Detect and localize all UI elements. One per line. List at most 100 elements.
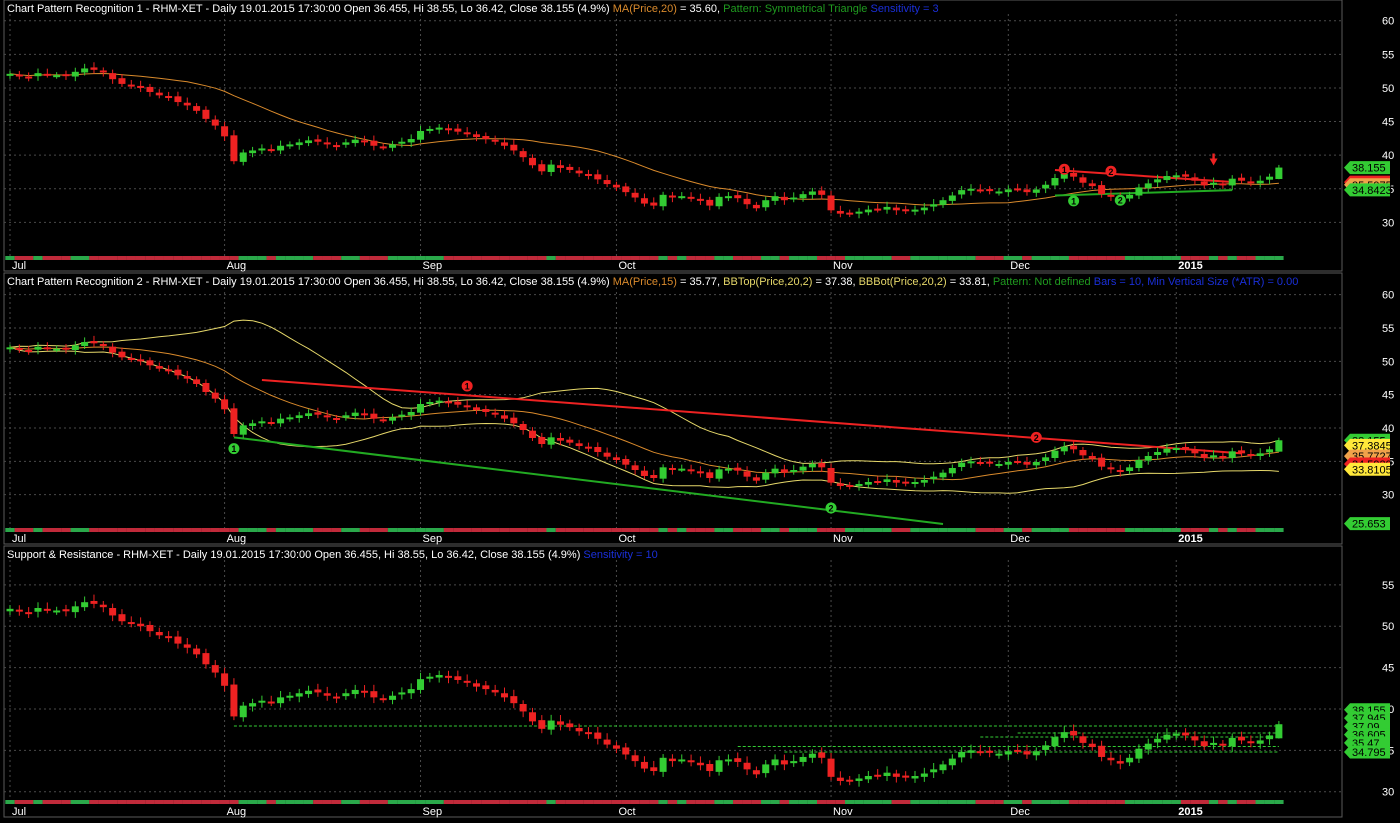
trend-strip-cell [807, 800, 818, 804]
candle-body [1051, 737, 1059, 747]
trend-strip-cell [154, 800, 164, 804]
candle-body [752, 770, 760, 775]
trend-strip-cell [397, 528, 407, 532]
trend-strip-cell [518, 800, 528, 804]
trend-strip-cell [1264, 256, 1275, 260]
trend-strip-cell [751, 528, 762, 532]
candle-body [295, 415, 303, 418]
candle-body [836, 210, 844, 214]
trend-strip-cell [956, 528, 967, 532]
candle-body [277, 418, 285, 424]
candle-body [43, 73, 51, 76]
trend-strip-cell [1255, 256, 1265, 260]
trend-strip-cell [677, 528, 687, 532]
trend-strip-cell [882, 256, 892, 260]
candle-body [519, 151, 527, 158]
candle-body [986, 461, 994, 464]
header-segment: Sensitivity = 3 [867, 3, 938, 15]
trend-strip-cell [1218, 528, 1228, 532]
candle-body [211, 392, 219, 399]
trend-strip-cell [910, 528, 920, 532]
candle-body [780, 469, 788, 473]
trend-strip-cell [1143, 528, 1153, 532]
candle-body [902, 775, 910, 778]
trend-strip-cell [266, 528, 276, 532]
candle-body [771, 468, 779, 474]
trend-strip-cell [574, 800, 584, 804]
y-tick-label: 40 [1382, 423, 1394, 435]
y-tick-label: 45 [1382, 663, 1394, 675]
trend-strip-cell [1152, 528, 1163, 532]
candle-body [202, 653, 210, 665]
trend-strip-cell [574, 256, 584, 260]
candle-body [1200, 741, 1208, 747]
trend-strip-cell [1078, 256, 1088, 260]
trend-strip-cell [210, 256, 220, 260]
candle-body [584, 173, 592, 176]
y-tick-label: 45 [1382, 117, 1394, 129]
trend-strip-cell [1208, 528, 1219, 532]
candle-body [1200, 181, 1208, 186]
candle-body [62, 347, 70, 350]
trend-strip-cell [621, 800, 631, 804]
candle-body [183, 644, 191, 648]
header-segment: = 35.60, [677, 3, 723, 15]
trend-strip-cell [583, 800, 594, 804]
candle-body [752, 204, 760, 209]
trend-strip-cell [1180, 256, 1191, 260]
candle-body [1266, 735, 1274, 740]
trend-strip-cell [854, 256, 864, 260]
candle-body [193, 379, 201, 384]
trend-strip-cell [163, 800, 174, 804]
trend-strip-cell [686, 528, 696, 532]
value-badge: 34.8423 [1344, 183, 1392, 197]
candle-body [211, 665, 219, 673]
candle-body [958, 752, 966, 758]
header-segment: Pattern: Symmetrical Triangle [723, 3, 867, 15]
candle-body [155, 366, 163, 369]
candle-body [864, 482, 872, 485]
candle-body [547, 720, 555, 730]
candle-body [687, 196, 695, 199]
trend-strip-cell [863, 800, 874, 804]
trend-strip-cell [387, 528, 398, 532]
candle-body [1060, 446, 1068, 452]
candle-body [146, 624, 154, 632]
trend-strip-cell [1012, 800, 1023, 804]
candle-body [668, 195, 676, 198]
candle-body [715, 196, 723, 207]
trend-strip-cell [1134, 256, 1144, 260]
candle-body [1228, 178, 1236, 186]
trend-strip-cell [677, 256, 687, 260]
trend-strip-cell [509, 528, 519, 532]
trend-strip-cell [649, 256, 659, 260]
trend-strip-cell [1124, 800, 1135, 804]
trend-strip-cell [79, 528, 90, 532]
candle-body [1098, 745, 1106, 757]
candle-body [53, 75, 61, 78]
trend-strip-cell [117, 528, 127, 532]
candle-body [500, 142, 508, 146]
trend-strip-cell [462, 800, 472, 804]
trend-strip-cell [163, 528, 174, 532]
trend-strip-cell [1143, 800, 1153, 804]
candle-body [1144, 743, 1152, 750]
candle-body [454, 401, 462, 405]
candle-body [314, 412, 322, 415]
candle-body [174, 369, 182, 376]
trend-strip-cell [817, 528, 827, 532]
x-tick-label: Jul [12, 260, 26, 272]
x-tick-label: Aug [227, 533, 247, 545]
trend-strip-cell [369, 528, 379, 532]
candle-body [911, 482, 919, 484]
candle-body [1172, 175, 1180, 178]
candle-body [519, 704, 527, 712]
candle-body [417, 679, 425, 690]
chart-canvas[interactable]: 30354045505560JulAugSepOctNovDec20151212… [0, 0, 1400, 818]
candle-body [510, 417, 518, 424]
trend-strip-cell [1124, 256, 1135, 260]
candle-body [939, 764, 947, 771]
candle-body [25, 76, 33, 79]
candle-body [99, 344, 107, 346]
trend-strip-cell [322, 800, 332, 804]
